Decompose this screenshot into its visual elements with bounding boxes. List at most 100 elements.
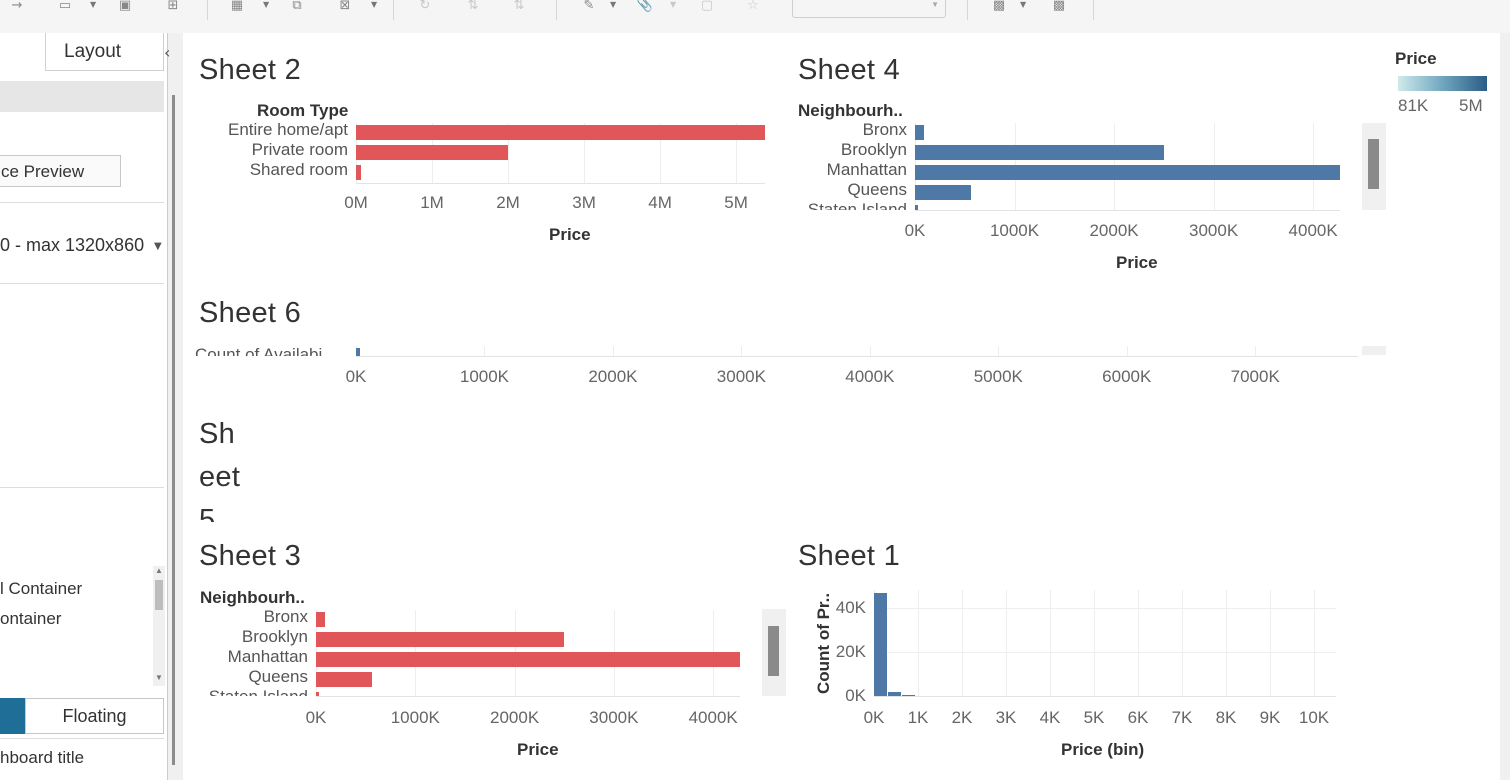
bar[interactable] bbox=[356, 145, 509, 160]
x-tick-label: 2000K bbox=[1089, 221, 1139, 240]
scroll-up-icon[interactable]: ▲ bbox=[155, 566, 163, 575]
device-preview-button[interactable]: ce Preview bbox=[0, 155, 121, 187]
tab-layout[interactable]: Layout bbox=[45, 33, 164, 71]
bar[interactable] bbox=[915, 125, 925, 140]
divider bbox=[0, 738, 164, 739]
chevron-down-icon[interactable]: ▼ bbox=[610, 0, 616, 9]
bar[interactable] bbox=[316, 652, 740, 667]
sheet4-axis-title[interactable]: Price bbox=[1116, 253, 1158, 273]
object-vertical-container[interactable]: ontainer bbox=[0, 609, 61, 629]
size-select[interactable]: 0 - max 1320x860 bbox=[0, 235, 164, 259]
sheet4-title[interactable]: Sheet 4 bbox=[798, 54, 900, 87]
object-horizontal-container[interactable]: l Container bbox=[0, 579, 82, 599]
collapse-pane-icon[interactable]: ‹ bbox=[164, 43, 170, 62]
bar[interactable] bbox=[915, 205, 918, 210]
sort-asc-icon[interactable]: ⇅ bbox=[464, 0, 482, 12]
bar-rows: BronxBrooklynManhattanQueensStaten Islan… bbox=[757, 123, 1350, 210]
toolbar-separator bbox=[967, 0, 968, 20]
x-tick-label: 3M bbox=[572, 193, 596, 212]
floating-button[interactable]: Floating bbox=[25, 698, 164, 734]
histogram-bar[interactable] bbox=[902, 695, 915, 697]
chevron-down-icon[interactable]: ▼ bbox=[371, 0, 377, 9]
bar[interactable] bbox=[915, 185, 971, 200]
pane-header-band bbox=[0, 81, 164, 112]
sheet3-col-header[interactable]: Neighbourh.. bbox=[200, 588, 305, 608]
price-color-legend[interactable] bbox=[1398, 76, 1487, 91]
redo-icon[interactable]: → bbox=[8, 0, 26, 12]
bar[interactable] bbox=[356, 165, 362, 180]
chevron-down-icon[interactable]: ▼ bbox=[154, 241, 162, 252]
bar[interactable] bbox=[316, 692, 319, 696]
sheet6-scrollbar[interactable] bbox=[1362, 346, 1386, 355]
toolbar-separator bbox=[393, 0, 394, 20]
group-icon[interactable]: 📎 bbox=[636, 0, 654, 12]
category-label: Manhattan bbox=[826, 160, 907, 179]
fit-dropdown[interactable]: ▼ bbox=[792, 0, 946, 18]
sheet3-axis-title[interactable]: Price bbox=[517, 740, 559, 760]
chevron-down-icon: ▼ bbox=[931, 0, 939, 9]
category-label: Staten Island bbox=[158, 687, 308, 696]
sheet3-title[interactable]: Sheet 3 bbox=[199, 540, 301, 573]
save-icon[interactable]: ▣ bbox=[116, 0, 134, 12]
x-tick-label: 0K bbox=[904, 221, 926, 240]
histogram-bar[interactable] bbox=[888, 691, 901, 696]
sheet2-axis-title[interactable]: Price bbox=[549, 225, 591, 245]
divider bbox=[0, 487, 164, 488]
sheet3-scrollbar-thumb[interactable] bbox=[768, 626, 779, 676]
gridline bbox=[962, 590, 963, 696]
sheet6-row-label[interactable]: Count of Availabi.. bbox=[195, 345, 332, 356]
gridline bbox=[1182, 590, 1183, 696]
new-datasource-icon[interactable]: ⊞ bbox=[164, 0, 182, 12]
x-tick-label: 4K bbox=[1039, 708, 1061, 727]
sheet1-x-axis-title[interactable]: Price (bin) bbox=[1061, 740, 1144, 760]
presentation-icon[interactable]: ▩ bbox=[1050, 0, 1068, 12]
divider bbox=[0, 202, 164, 203]
bar-rows: BronxBrooklynManhattanQueensStaten Islan… bbox=[158, 610, 750, 696]
x-tick-label: 4000K bbox=[688, 708, 738, 727]
bar[interactable] bbox=[316, 632, 565, 647]
sheet6-title[interactable]: Sheet 6 bbox=[199, 297, 301, 330]
bar-rows: Entire home/apt Private room Shared room bbox=[208, 123, 775, 183]
chevron-down-icon[interactable]: ▼ bbox=[90, 0, 96, 9]
bar[interactable] bbox=[356, 125, 765, 140]
sheet2-title[interactable]: Sheet 2 bbox=[199, 54, 301, 87]
tiled-button[interactable] bbox=[0, 698, 25, 734]
show-dashboard-title-option[interactable]: hboard title bbox=[0, 748, 84, 768]
category-label: Manhattan bbox=[227, 647, 308, 666]
sheet4-col-header[interactable]: Neighbourh.. bbox=[798, 101, 903, 121]
bar[interactable] bbox=[316, 612, 326, 627]
chevron-down-icon[interactable]: ▼ bbox=[263, 0, 269, 9]
new-sheet-icon[interactable]: ▦ bbox=[228, 0, 246, 12]
highlight-icon[interactable]: ✎ bbox=[580, 0, 598, 12]
clear-icon[interactable]: ⊠ bbox=[336, 0, 354, 12]
sheet1-title[interactable]: Sheet 1 bbox=[798, 540, 900, 573]
device-icon[interactable]: ▭ bbox=[56, 0, 74, 12]
sort-desc-icon[interactable]: ⇅ bbox=[510, 0, 528, 12]
scrollbar-thumb[interactable] bbox=[155, 580, 163, 610]
chevron-down-icon[interactable]: ▼ bbox=[670, 0, 676, 9]
x-tick-label: 2M bbox=[496, 193, 520, 212]
bar[interactable] bbox=[915, 165, 1340, 180]
duplicate-icon[interactable]: ⧉ bbox=[288, 0, 306, 12]
bar[interactable] bbox=[915, 145, 1164, 160]
y-tick-label: 0K bbox=[845, 686, 866, 705]
sheet5-title-line[interactable]: Sh bbox=[199, 418, 235, 451]
sheet2-col-header[interactable]: Room Type bbox=[257, 101, 348, 121]
sheet4-scrollbar-thumb[interactable] bbox=[1368, 139, 1379, 189]
x-tick-label: 3000K bbox=[716, 367, 766, 386]
gridline bbox=[1126, 346, 1128, 356]
sheet5-title-line[interactable]: 5 bbox=[199, 504, 215, 522]
swap-icon[interactable]: ↻ bbox=[416, 0, 434, 12]
x-axis-line bbox=[915, 210, 1340, 211]
gridline bbox=[612, 346, 614, 356]
sheet5-title-line[interactable]: eet bbox=[199, 461, 240, 494]
bar[interactable] bbox=[356, 348, 360, 356]
category-label: Queens bbox=[248, 667, 308, 686]
fix-axes-icon[interactable]: ☆ bbox=[744, 0, 762, 12]
chevron-down-icon[interactable]: ▼ bbox=[1020, 0, 1026, 9]
bar[interactable] bbox=[316, 672, 372, 687]
show-me-icon[interactable]: ▩ bbox=[990, 0, 1008, 12]
legend-title[interactable]: Price bbox=[1395, 49, 1437, 69]
label-icon[interactable]: ▢ bbox=[698, 0, 716, 12]
histogram-bar[interactable] bbox=[874, 593, 887, 696]
